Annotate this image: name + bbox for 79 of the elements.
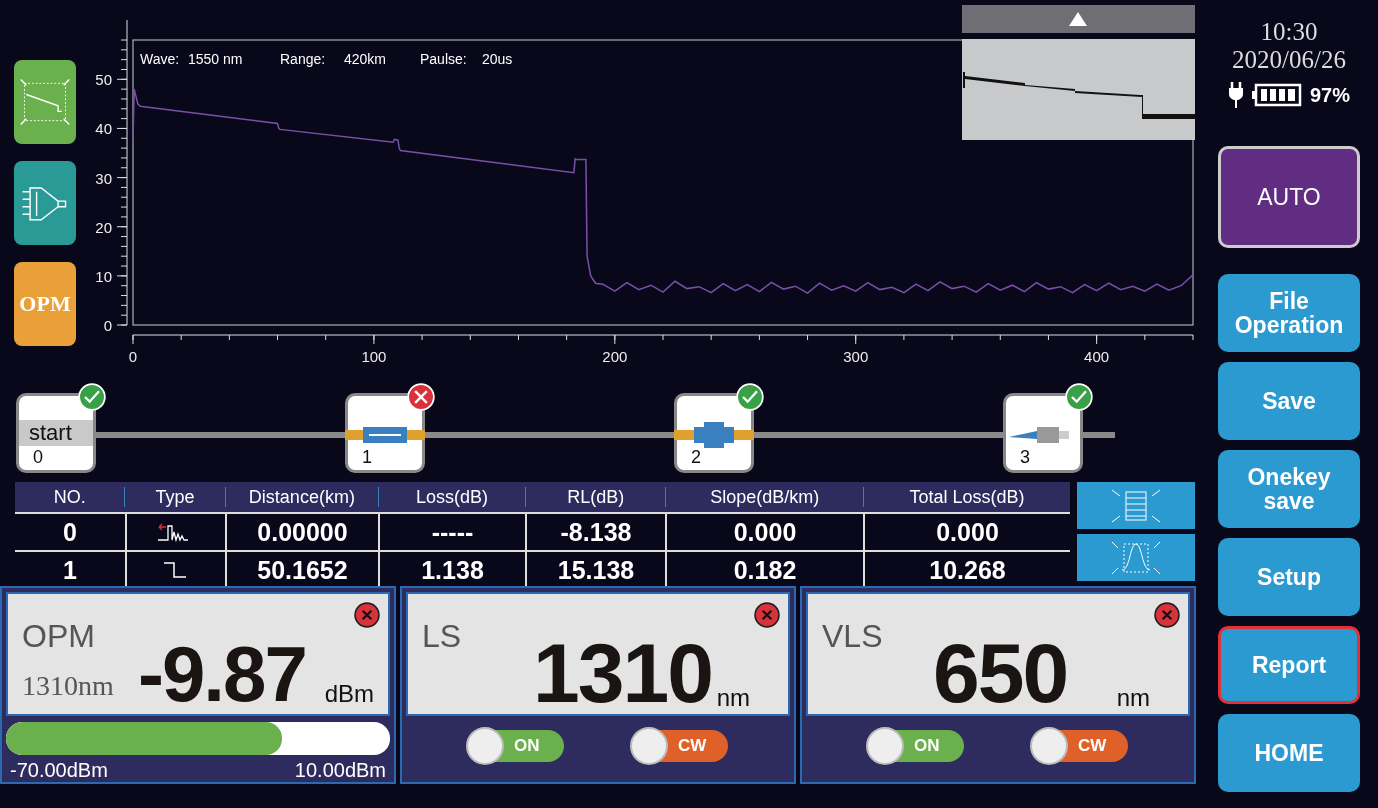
fit-table-button[interactable] — [1077, 482, 1195, 529]
table-cell: ----- — [378, 514, 525, 550]
y-tick-label: 20 — [95, 218, 112, 236]
table-cell: -8.138 — [525, 514, 665, 550]
reading-value: 650 — [933, 630, 1068, 716]
peak-zoom-button[interactable] — [1077, 534, 1195, 581]
x-tick-label: 100 — [361, 348, 387, 365]
collapse-icon[interactable] — [1069, 12, 1087, 26]
y-tick-label: 10 — [95, 267, 112, 285]
range-max-label: 10.00dBm — [294, 759, 386, 782]
menu-button[interactable]: File Operation — [1218, 274, 1360, 352]
trace-info-value: 1550 nm — [188, 51, 243, 67]
event-number: 1 — [362, 447, 372, 468]
table-cell: 0.000 — [863, 514, 1070, 550]
table-cell-text: 1 — [62, 554, 78, 586]
module-title: VLS — [822, 618, 883, 655]
menu-button[interactable]: Setup — [1218, 538, 1360, 616]
x-tick-label: 300 — [843, 348, 869, 365]
table-cell-text: 0 — [62, 516, 78, 548]
menu-button[interactable]: Report — [1218, 626, 1360, 704]
event-node[interactable]: start 0 — [16, 393, 96, 473]
toggle-switch[interactable]: ON — [468, 730, 564, 762]
column-header: NO. — [52, 487, 87, 507]
column-header: Type — [124, 487, 225, 507]
column-header: Distance(km) — [224, 487, 378, 507]
x-tick-label: 0 — [128, 348, 138, 365]
toggle-switch[interactable]: CW — [632, 730, 728, 762]
close-icon[interactable] — [1154, 602, 1180, 628]
menu-button[interactable]: HOME — [1218, 714, 1360, 792]
trace-info-label: Wave: — [140, 51, 180, 67]
trace-info-label: Paulse: — [420, 51, 467, 67]
plug-icon — [1228, 82, 1244, 108]
y-tick-label: 50 — [95, 71, 112, 89]
unit-label: nm — [1116, 684, 1150, 712]
event-number: 3 — [1020, 447, 1030, 468]
trace-info-value: 420km — [344, 51, 387, 67]
y-tick-label: 30 — [95, 169, 112, 187]
battery-icon — [1252, 83, 1302, 107]
unit-label: nm — [716, 684, 750, 712]
opm-button[interactable]: OPM — [14, 262, 76, 346]
trace-view-button[interactable] — [14, 60, 76, 144]
toggle-switch[interactable]: ON — [868, 730, 964, 762]
y-tick-label: 40 — [95, 120, 112, 138]
trace-info-label: Range: — [280, 51, 326, 67]
unit-label: dBm — [324, 680, 374, 708]
close-icon[interactable] — [354, 602, 380, 628]
module-title: OPM — [22, 618, 95, 655]
trace-info-value: 20us — [482, 51, 513, 67]
range-min-label: -70.00dBm — [10, 759, 108, 782]
wavelength-label: 1310nm — [22, 670, 114, 702]
reading-value: 1310 — [533, 630, 712, 716]
battery-percent: 97% — [1310, 83, 1350, 107]
event-node[interactable]: 2 — [674, 393, 754, 473]
module-title: LS — [422, 618, 462, 655]
column-header: RL(dB) — [525, 487, 666, 507]
start-label: start — [19, 420, 93, 446]
auto-mode-button[interactable]: AUTO — [1218, 146, 1360, 248]
table-cell: 0.000 — [665, 514, 863, 550]
x-tick-label: 200 — [602, 348, 628, 365]
column-header: Slope(dB/km) — [665, 487, 864, 507]
event-node[interactable]: 1 — [345, 393, 425, 473]
event-node[interactable]: 3 — [1003, 393, 1083, 473]
reading-value: -9.87 — [138, 634, 306, 714]
x-tick-label: 400 — [1084, 348, 1110, 365]
event-number: 2 — [691, 447, 701, 468]
column-header: Loss(dB) — [377, 487, 526, 507]
clock-date: 2020/06/26 — [1232, 46, 1346, 74]
close-icon[interactable] — [754, 602, 780, 628]
menu-button[interactable]: Save — [1218, 362, 1360, 440]
menu-button[interactable]: Onekey save — [1218, 450, 1360, 528]
clock-time: 10:30 — [1260, 18, 1318, 46]
connector-icon — [674, 420, 754, 450]
toggle-switch[interactable]: CW — [1032, 730, 1128, 762]
column-header: Total Loss(dB) — [863, 487, 1070, 507]
splitter-button[interactable] — [14, 161, 76, 245]
y-tick-label: 0 — [103, 317, 112, 334]
table-cell: 0.00000 — [225, 514, 378, 550]
event-row[interactable]: 0 0.00000 ----- -8.138 0.000 0.000 — [15, 512, 1070, 550]
event-number: 0 — [33, 447, 43, 468]
